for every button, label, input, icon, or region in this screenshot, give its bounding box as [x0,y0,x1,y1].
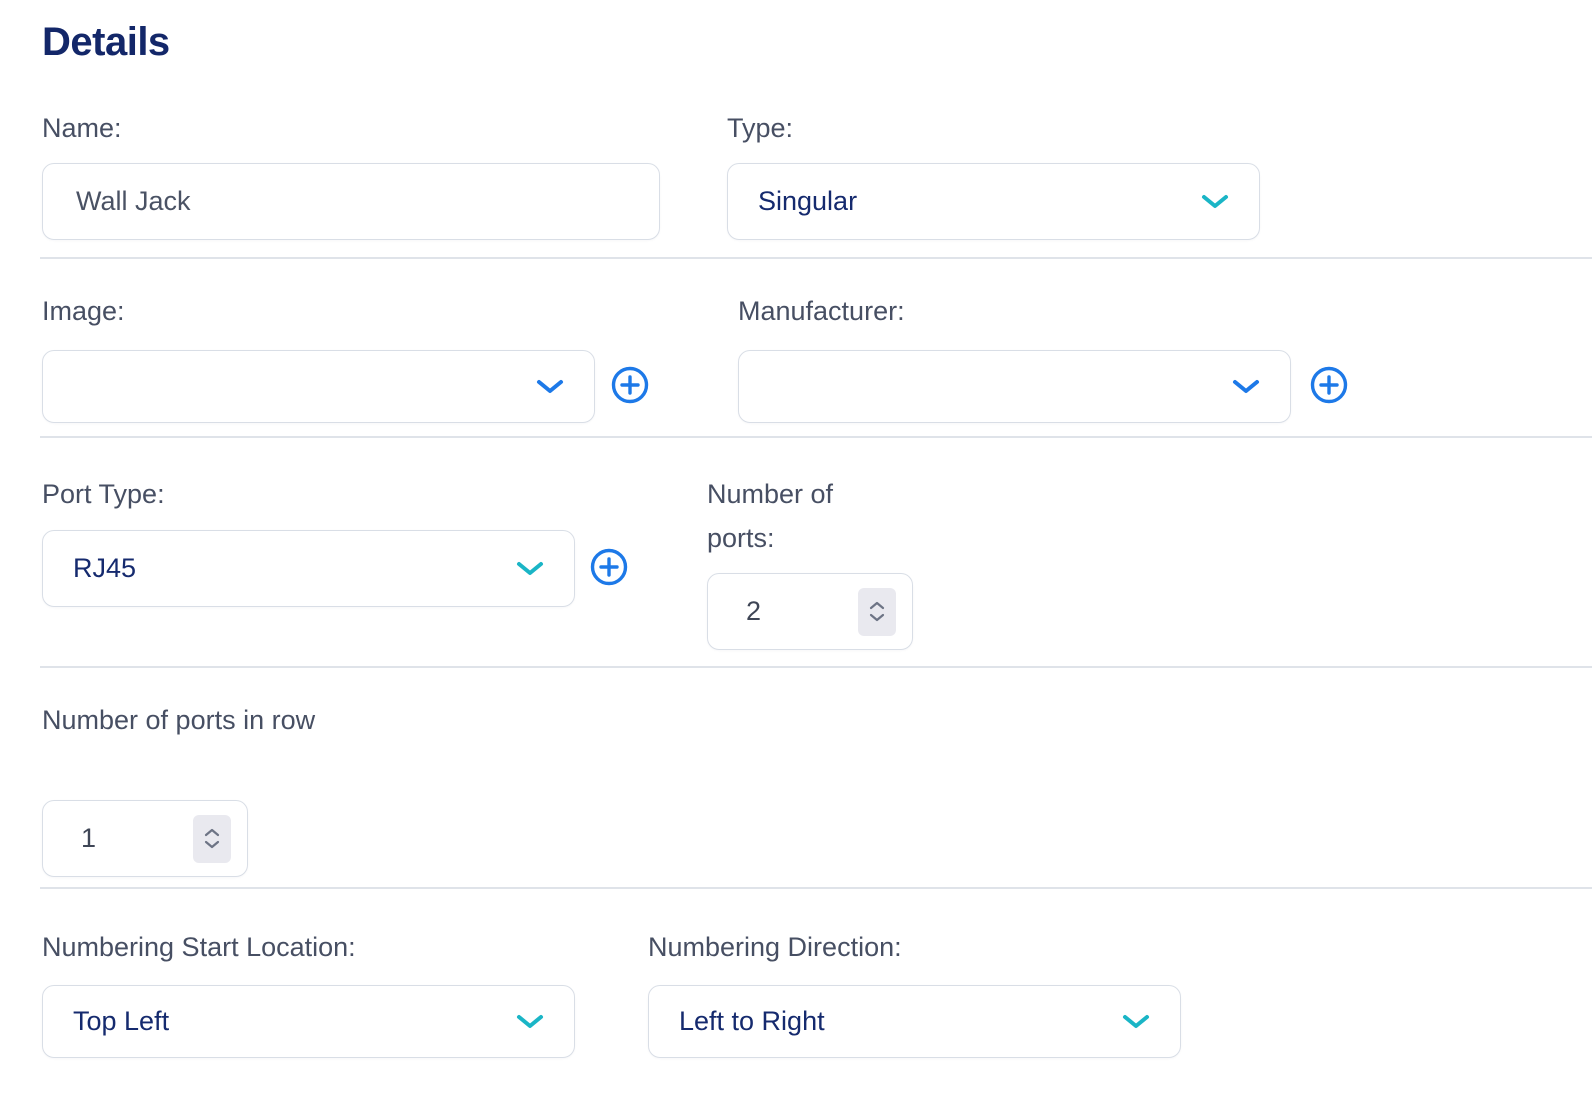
ports-in-row-value: 1 [81,823,96,854]
type-select[interactable]: Singular [727,163,1260,240]
chevron-down-icon [869,613,885,622]
numbering-direction-select-value: Left to Right [679,1006,825,1037]
chevron-down-icon [204,840,220,849]
name-input-value: Wall Jack [76,186,191,217]
numbering-start-select-value: Top Left [73,1006,169,1037]
port-type-select[interactable]: RJ45 [42,530,575,607]
chevron-down-icon [1201,194,1229,210]
chevron-down-icon [1232,379,1260,395]
plus-circle-icon [610,365,650,408]
ports-in-row-input[interactable]: 1 [42,800,248,877]
image-label: Image: [42,289,125,333]
number-of-ports-label: Number of ports: [707,472,882,560]
chevron-up-icon [869,601,885,610]
ports-in-row-stepper[interactable] [193,815,231,863]
port-type-select-value: RJ45 [73,553,136,584]
manufacturer-label: Manufacturer: [738,289,905,333]
manufacturer-select[interactable] [738,350,1291,423]
section-divider [40,887,1592,889]
number-of-ports-stepper[interactable] [858,588,896,636]
numbering-direction-select[interactable]: Left to Right [648,985,1181,1058]
number-of-ports-value: 2 [746,596,761,627]
chevron-up-icon [204,828,220,837]
section-divider [40,666,1592,668]
plus-circle-icon [589,547,629,590]
add-image-button[interactable] [610,366,650,406]
page-title: Details [42,20,170,65]
add-manufacturer-button[interactable] [1309,366,1349,406]
type-label: Type: [727,106,793,150]
chevron-down-icon [1122,1014,1150,1030]
image-select[interactable] [42,350,595,423]
number-of-ports-input[interactable]: 2 [707,573,913,650]
plus-circle-icon [1309,365,1349,408]
name-label: Name: [42,106,122,150]
section-divider [40,257,1592,259]
numbering-start-select[interactable]: Top Left [42,985,575,1058]
add-port-type-button[interactable] [589,548,629,588]
name-input[interactable]: Wall Jack [42,163,660,240]
ports-in-row-label: Number of ports in row [42,698,342,742]
section-divider [40,436,1592,438]
numbering-direction-label: Numbering Direction: [648,925,902,969]
type-select-value: Singular [758,186,857,217]
chevron-down-icon [516,1014,544,1030]
port-type-label: Port Type: [42,472,165,516]
details-form: Details Name: Wall Jack Type: Singular I… [0,0,1592,1102]
chevron-down-icon [516,561,544,577]
numbering-start-label: Numbering Start Location: [42,925,356,969]
chevron-down-icon [536,379,564,395]
